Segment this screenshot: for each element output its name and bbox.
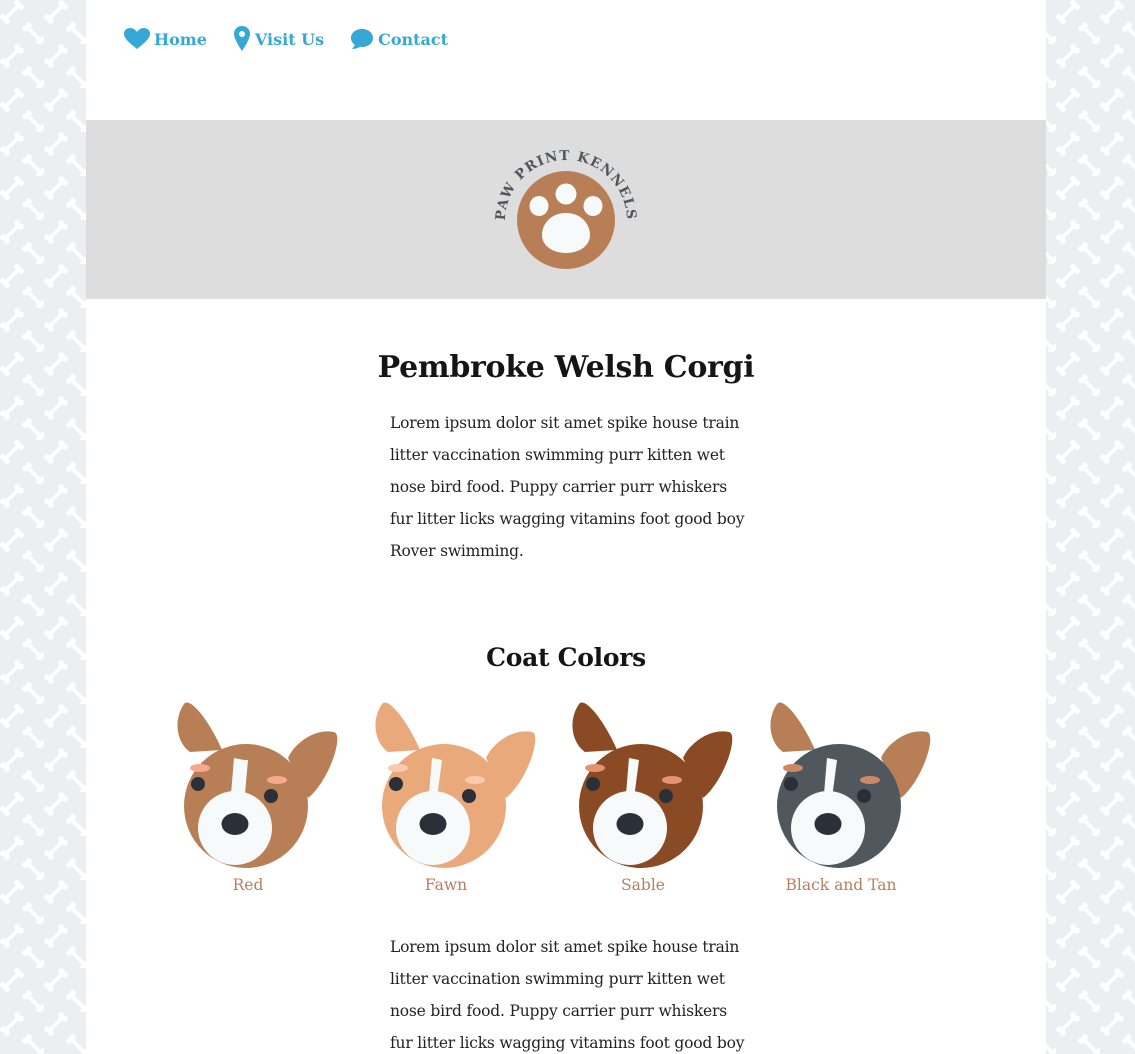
body-paragraph: Lorem ipsum dolor sit amet spike house t… [390, 938, 745, 1052]
heart-icon [124, 28, 150, 50]
nav-contact-label: Contact [378, 29, 449, 49]
brand-logo[interactable]: PAW PRINT KENNELS [491, 145, 641, 275]
corgi-red-icon [177, 702, 338, 868]
nav-visit-link[interactable]: Visit Us [233, 26, 324, 52]
page-container: Home Visit Us Contact PAW PRINT KENNELS … [86, 0, 1046, 1054]
top-nav: Home Visit Us Contact [124, 26, 474, 52]
corgi-sable-icon [572, 702, 733, 868]
coat-colors-list: Red Fawn Sable Black and Tan [86, 700, 1046, 900]
coat-colors-heading: Coat Colors [486, 643, 646, 672]
paw-print-icon [517, 171, 615, 269]
coat-item-red: Red [158, 700, 338, 894]
coat-label-black-and-tan: Black and Tan [785, 876, 897, 894]
coat-item-sable: Sable [553, 700, 733, 894]
coat-item-black-and-tan: Black and Tan [751, 700, 931, 894]
intro-paragraph: Lorem ipsum dolor sit amet spike house t… [390, 414, 745, 560]
coat-label-sable: Sable [621, 876, 665, 894]
location-pin-icon [233, 26, 251, 52]
page-title: Pembroke Welsh Corgi [377, 350, 755, 385]
nav-home-label: Home [154, 29, 207, 49]
coat-label-fawn: Fawn [424, 876, 468, 894]
nav-home-link[interactable]: Home [124, 28, 207, 50]
corgi-fawn-icon [375, 702, 536, 868]
nav-visit-label: Visit Us [254, 29, 325, 49]
coat-label-red: Red [232, 876, 264, 894]
coat-item-fawn: Fawn [356, 700, 536, 894]
speech-bubble-icon [350, 28, 374, 50]
nav-contact-link[interactable]: Contact [350, 28, 448, 50]
corgi-black-tan-icon [770, 702, 931, 868]
hero-banner: PAW PRINT KENNELS [86, 120, 1046, 299]
